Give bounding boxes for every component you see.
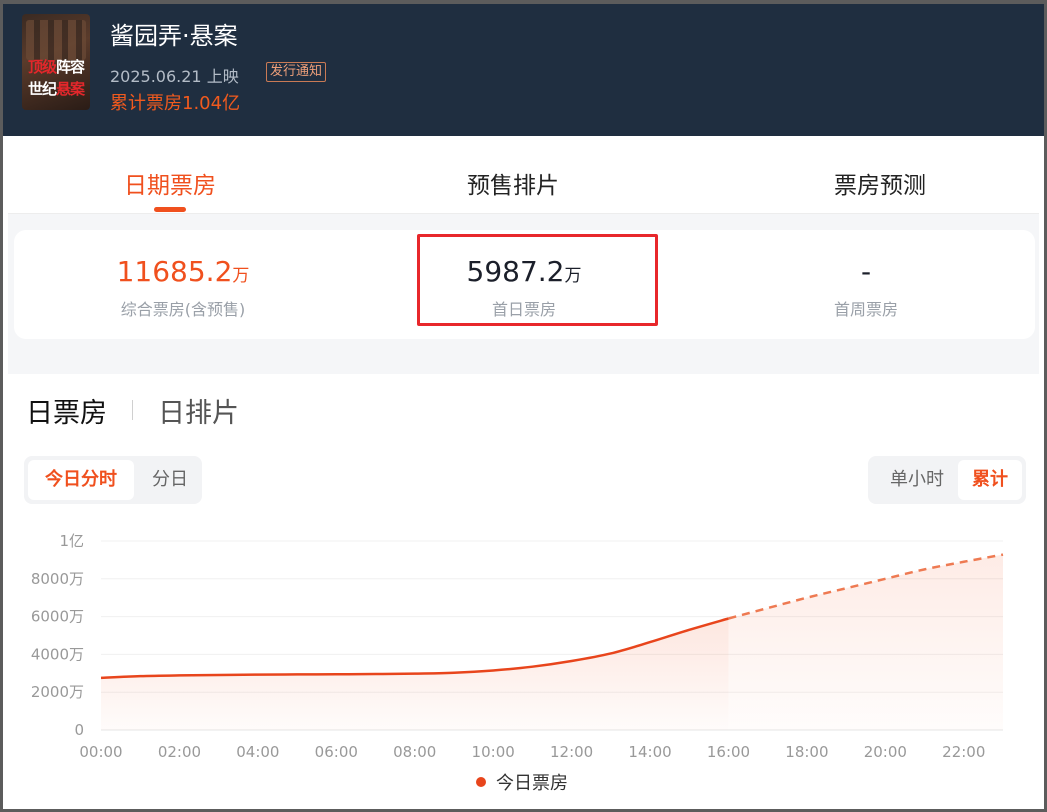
active-tab-indicator <box>154 207 186 212</box>
movie-header: 顶级阵容 世纪悬案 酱园弄·悬案 2025.06.21 上映 发行通知 累计票房… <box>0 0 1047 136</box>
poster-text-line-1: 顶级阵容 <box>27 58 85 76</box>
subtab-daily-schedule[interactable]: 日排片 <box>158 391 239 430</box>
legend-label[interactable]: 今日票房 <box>496 773 568 794</box>
stat-label: 首周票房 <box>833 300 898 319</box>
tab-daily-box-office[interactable]: 日期票房 <box>70 166 270 200</box>
stat-value: 11685.2 <box>116 255 233 288</box>
segment-cumulative[interactable]: 累计 <box>958 460 1022 500</box>
time-granularity-toggle: 今日分时 分日 <box>24 456 202 504</box>
main-tabs: 日期票房 预售排片 票房预测 <box>8 136 1039 214</box>
stat-total-box-office: 11685.2万 综合票房(含预售) <box>33 254 333 320</box>
movie-poster[interactable]: 顶级阵容 世纪悬案 <box>22 14 90 110</box>
stat-value: - <box>860 255 872 288</box>
release-date: 2025.06.21 上映 <box>110 67 239 86</box>
poster-text-line-2: 世纪悬案 <box>27 80 85 98</box>
segment-today-hourly[interactable]: 今日分时 <box>28 460 134 500</box>
tab-box-office-forecast[interactable]: 票房预测 <box>780 166 980 200</box>
segment-by-day[interactable]: 分日 <box>142 460 198 500</box>
poster-figures <box>26 20 86 60</box>
distribution-notice-badge[interactable]: 发行通知 <box>266 62 327 82</box>
aggregation-toggle: 单小时 累计 <box>868 456 1026 504</box>
segment-single-hour[interactable]: 单小时 <box>876 460 958 500</box>
highlight-box <box>417 234 658 326</box>
total-box-office: 累计票房1.04亿 <box>110 93 241 114</box>
stat-label: 综合票房(含预售) <box>120 300 246 319</box>
stat-unit: 万 <box>232 266 250 286</box>
subtab-daily-box-office[interactable]: 日票房 <box>26 391 107 430</box>
stat-first-week-box-office: - 首周票房 <box>716 254 1016 320</box>
subtab-divider <box>132 400 133 420</box>
tab-presale-schedule[interactable]: 预售排片 <box>413 166 613 200</box>
movie-title: 酱园弄·悬案 <box>110 22 238 50</box>
chart-section <box>8 374 1039 806</box>
